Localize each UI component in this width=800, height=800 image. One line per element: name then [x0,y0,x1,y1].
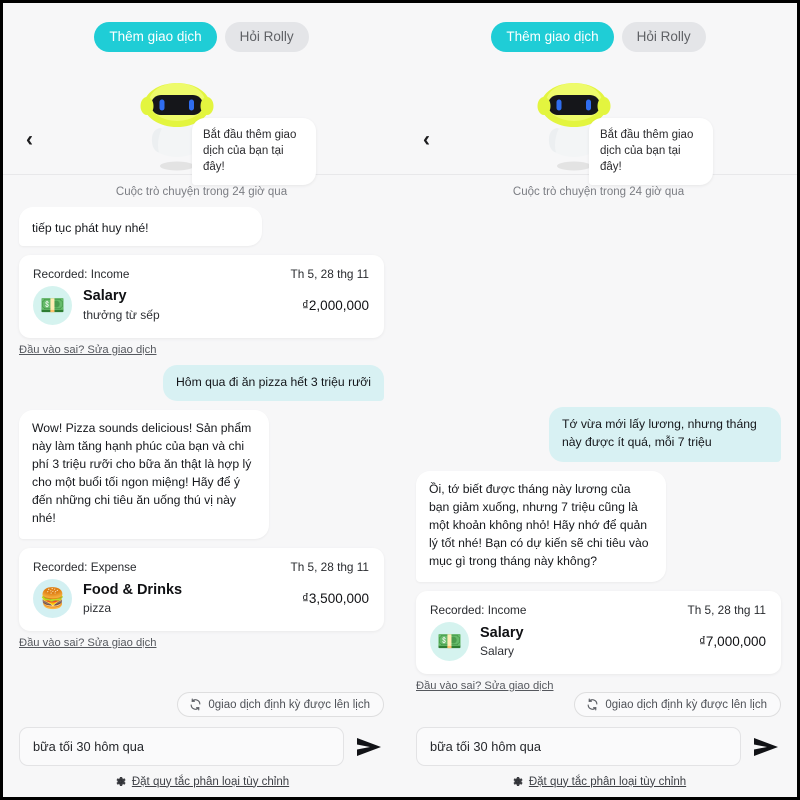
bot-message: Ồi, tớ biết được tháng này lương của bạn… [416,471,666,582]
hero-section: ‹ Bắt đầu thêm giao dịch của bạn tại đây… [400,56,797,186]
send-arrow-icon [357,737,381,756]
transaction-amount: ₫2,000,000 [302,297,369,313]
transaction-body: 🍔 Food & Drinks pizza ₫3,500,000 [33,579,369,619]
message-row: Ồi, tớ biết được tháng này lương của bạn… [416,471,781,582]
transaction-block: Recorded: Expense Th 5, 28 thg 11 🍔 Food… [19,548,384,649]
tab-bar: Thêm giao dịch Hỏi Rolly [3,3,400,56]
transaction-header: Recorded: Income Th 5, 28 thg 11 [33,267,369,281]
chat-message-list: Tớ vừa mới lấy lương, nhưng tháng này đư… [400,207,797,692]
user-message: Tớ vừa mới lấy lương, nhưng tháng này đư… [549,407,781,463]
bot-message: Wow! Pizza sounds delicious! Sản phẩm nà… [19,410,269,540]
transaction-date: Th 5, 28 thg 11 [290,266,369,281]
transaction-date: Th 5, 28 thg 11 [687,603,766,617]
refresh-cycle-icon [190,698,201,711]
edit-transaction-link[interactable]: Đầu vào sai? Sửa giao dịch [19,344,156,356]
transaction-header: Recorded: Income Th 5, 28 thg 11 [430,603,766,617]
transaction-card-income[interactable]: Recorded: Income Th 5, 28 thg 11 💵 Salar… [19,254,384,338]
screenshot-frame: Thêm giao dịch Hỏi Rolly ‹ Bắt đầu thêm … [0,0,800,800]
gear-icon [513,776,523,787]
transaction-note: thưởng từ sếp [83,307,160,322]
transaction-date: Th 5, 28 thg 11 [290,560,369,575]
transaction-note: Salary [480,644,515,659]
send-arrow-icon [754,737,778,756]
transaction-card-income[interactable]: Recorded: Income Th 5, 28 thg 11 💵 Salar… [416,591,781,674]
transaction-text: Food & Drinks pizza [83,582,291,615]
transaction-body: 💵 Salary Salary ₫7,000,000 [430,622,766,661]
robot-speech-bubble: Bắt đầu thêm giao dịch của bạn tại đây! [589,117,713,186]
hamburger-icon: 🍔 [33,579,72,619]
recurring-label: 0giao dịch định kỳ được lên lịch [605,698,767,711]
recurring-label: 0giao dịch định kỳ được lên lịch [208,698,370,711]
recurring-row: 0giao dịch định kỳ được lên lịch [416,692,781,717]
hero-section: ‹ Bắt đầu thêm giao dịch của bạn tại đây… [3,56,400,186]
transaction-block: Recorded: Income Th 5, 28 thg 11 💵 Salar… [19,254,384,356]
transaction-body: 💵 Salary thưởng từ sếp ₫2,000,000 [33,285,369,325]
message-row: Hôm qua đi ăn pizza hết 3 triệu rưỡi [19,364,384,402]
send-button[interactable] [354,732,384,762]
refresh-cycle-icon [587,698,598,711]
composer [19,727,384,766]
tab-add-transaction[interactable]: Thêm giao dịch [94,22,217,52]
transaction-header: Recorded: Expense Th 5, 28 thg 11 [33,560,369,574]
recurring-row: 0giao dịch định kỳ được lên lịch [19,692,384,717]
composer-footer: 0giao dịch định kỳ được lên lịch Đặt quy… [3,692,400,797]
transaction-category: Salary [83,288,127,305]
bot-message-text: tiếp tục phát huy nhé! [32,220,149,235]
money-bundle-icon: 💵 [430,622,469,661]
tab-bar: Thêm giao dịch Hỏi Rolly [400,3,797,56]
rule-row: Đặt quy tắc phân loại tùy chỉnh [19,775,384,788]
composer [416,727,781,766]
transaction-block: Recorded: Income Th 5, 28 thg 11 💵 Salar… [416,591,781,692]
custom-rule-link[interactable]: Đặt quy tắc phân loại tùy chỉnh [132,776,289,788]
message-row: Tớ vừa mới lấy lương, nhưng tháng này đư… [416,407,781,463]
user-message: Hôm qua đi ăn pizza hết 3 triệu rưỡi [163,364,384,402]
transaction-type-label: Recorded: Expense [33,560,137,575]
message-row: tiếp tục phát huy nhé! [19,206,384,246]
tab-ask-rolly[interactable]: Hỏi Rolly [621,22,706,52]
transaction-type-label: Recorded: Income [33,266,130,281]
message-input[interactable] [19,727,344,766]
money-bundle-icon: 💵 [33,285,72,325]
transaction-text: Salary Salary [480,625,688,658]
recurring-transactions-pill[interactable]: 0giao dịch định kỳ được lên lịch [574,692,781,717]
send-button[interactable] [751,732,781,762]
message-row: Wow! Pizza sounds delicious! Sản phẩm nà… [19,410,384,540]
transaction-amount: ₫7,000,000 [699,634,766,649]
message-input[interactable] [416,727,741,766]
back-button[interactable]: ‹ [26,129,33,150]
chat-panel-left: Thêm giao dịch Hỏi Rolly ‹ Bắt đầu thêm … [3,3,400,797]
transaction-text: Salary thưởng từ sếp [83,288,291,321]
transaction-amount: ₫3,500,000 [302,591,369,607]
composer-footer: 0giao dịch định kỳ được lên lịch Đặt quy… [400,692,797,797]
transaction-category: Food & Drinks [83,582,183,598]
chat-panel-right: Thêm giao dịch Hỏi Rolly ‹ Bắt đầu thêm … [400,3,797,797]
transaction-card-expense[interactable]: Recorded: Expense Th 5, 28 thg 11 🍔 Food… [19,548,384,632]
rule-row: Đặt quy tắc phân loại tùy chỉnh [416,775,781,788]
chat-message-list: tiếp tục phát huy nhé! Recorded: Income … [3,206,400,693]
tab-add-transaction[interactable]: Thêm giao dịch [491,22,614,52]
edit-transaction-link[interactable]: Đầu vào sai? Sửa giao dịch [19,637,156,649]
bot-message-clipped: tiếp tục phát huy nhé! [19,206,262,246]
recurring-transactions-pill[interactable]: 0giao dịch định kỳ được lên lịch [177,692,384,717]
transaction-type-label: Recorded: Income [430,603,527,617]
custom-rule-link[interactable]: Đặt quy tắc phân loại tùy chỉnh [529,776,686,788]
transaction-note: pizza [83,601,112,616]
transaction-category: Salary [480,624,524,641]
tab-ask-rolly[interactable]: Hỏi Rolly [224,22,309,52]
robot-speech-bubble: Bắt đầu thêm giao dịch của bạn tại đây! [192,117,316,186]
back-button[interactable]: ‹ [423,129,430,150]
gear-icon [116,776,126,787]
edit-transaction-link[interactable]: Đầu vào sai? Sửa giao dịch [416,680,553,692]
